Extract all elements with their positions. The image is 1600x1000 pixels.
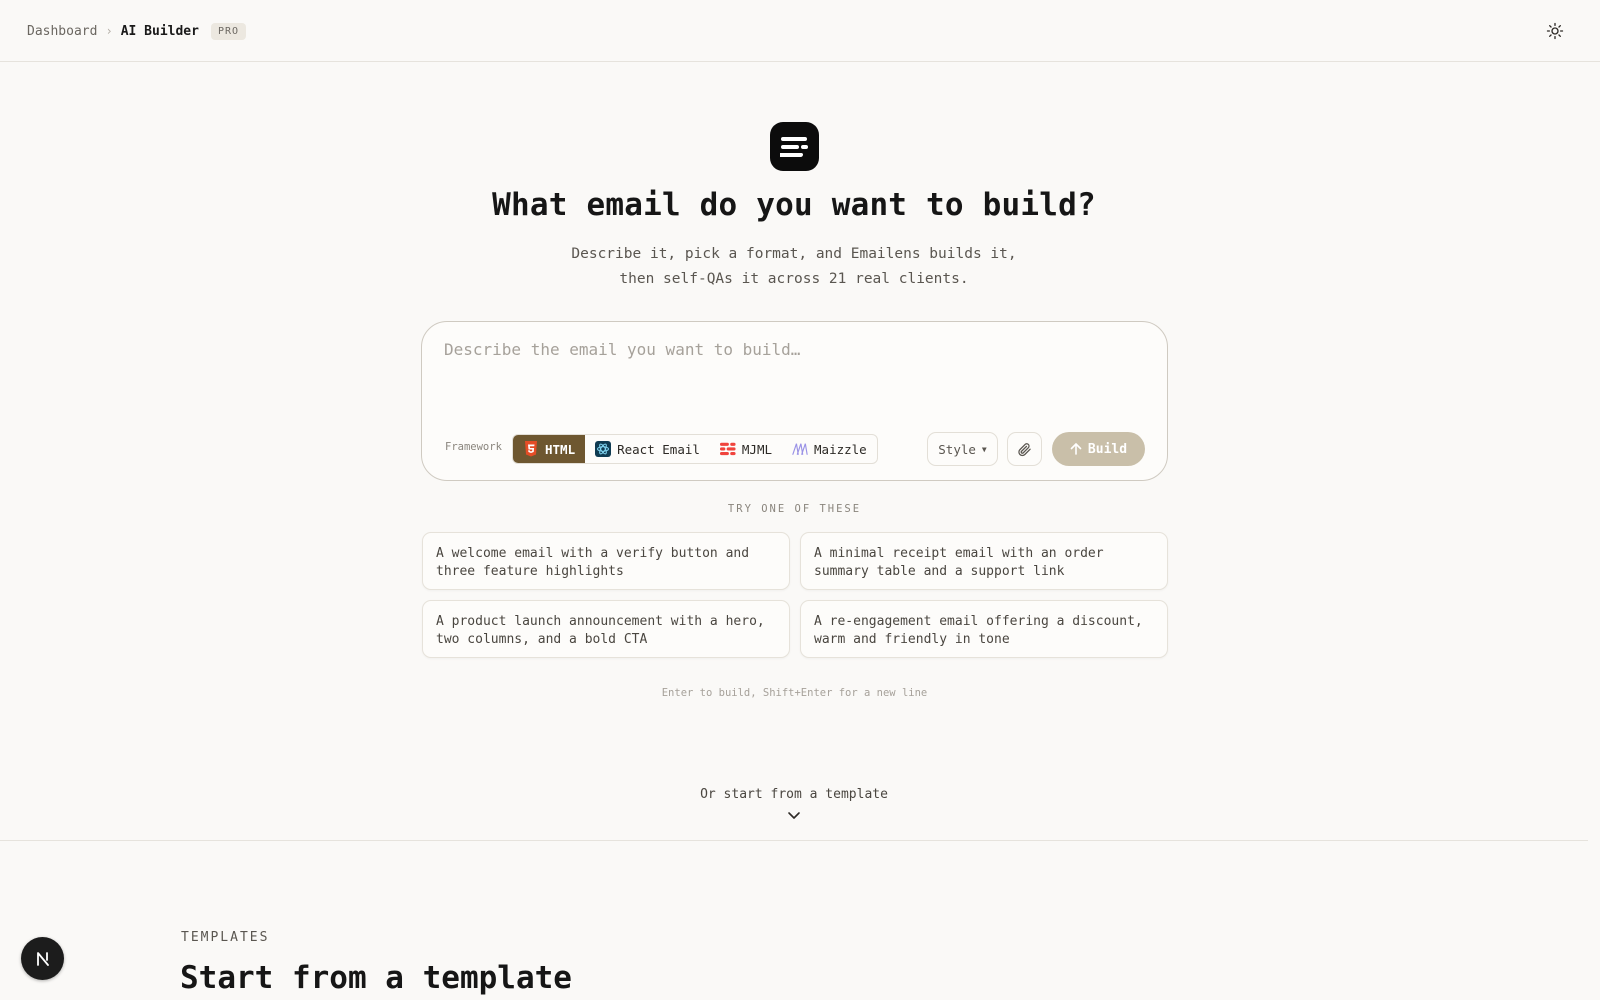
attach-button[interactable] [1007,432,1042,466]
html5-icon [523,441,539,457]
build-button[interactable]: Build [1052,432,1145,466]
nextjs-icon [36,951,49,966]
suggestion-card[interactable]: A re-engagement email offering a discoun… [800,600,1168,658]
build-button-label: Build [1087,441,1128,457]
suggestions-heading: TRY ONE OF THESE [727,503,862,515]
subtitle-line-1: Describe it, pick a format, and Emailens… [571,246,1017,262]
framework-option-label: MJML [741,441,773,457]
style-dropdown[interactable]: Style ▼ [927,432,998,466]
suggestion-card[interactable]: A product launch announcement with a her… [422,600,790,658]
page-title: What email do you want to build? [492,187,1096,223]
subtitle-line-2: then self-QAs it across 21 real clients. [619,271,969,287]
suggestion-card[interactable]: A minimal receipt email with an order su… [800,532,1168,590]
framework-option-label: Maizzle [814,441,867,457]
maizzle-icon [792,441,808,457]
templates-eyebrow: TEMPLATES [181,930,270,945]
sun-icon [1546,22,1564,40]
react-email-icon [595,441,612,457]
emailens-logo-icon [779,136,808,157]
keyboard-hint: Enter to build, Shift+Enter for a new li… [661,687,928,699]
breadcrumb-current: AI Builder [120,23,199,39]
paperclip-icon [1018,442,1031,456]
caret-down-icon: ▼ [981,444,987,454]
arrow-up-icon [1070,443,1082,455]
chevron-down-icon[interactable] [787,811,801,821]
section-divider [0,840,1588,841]
framework-selector: HTML React Email MJML Maizzle [512,434,878,464]
prompt-composer: Framework HTML React Email MJML Maizzle [421,321,1168,481]
framework-option-html[interactable]: HTML [513,435,586,463]
framework-option-react-email[interactable]: React Email [585,435,710,463]
style-dropdown-label: Style [938,441,976,457]
framework-option-mjml[interactable]: MJML [710,435,782,463]
prompt-input[interactable] [444,340,1144,410]
emailens-logo [770,122,819,171]
framework-option-label: HTML [545,441,576,457]
framework-option-maizzle[interactable]: Maizzle [782,435,877,463]
suggestion-card[interactable]: A welcome email with a verify button and… [422,532,790,590]
breadcrumb-dashboard-link[interactable]: Dashboard [27,24,97,39]
page-subtitle: Describe it, pick a format, and Emailens… [400,242,1188,292]
start-from-template-link[interactable]: Or start from a template [650,787,938,802]
mjml-icon [719,441,736,457]
breadcrumb: Dashboard › AI Builder PRO [27,20,247,42]
nextjs-dev-badge[interactable] [21,937,64,980]
templates-title: Start from a template [180,960,572,996]
top-bar: Dashboard › AI Builder PRO [0,0,1600,62]
theme-toggle-button[interactable] [1538,18,1572,44]
pro-badge: PRO [210,22,247,40]
breadcrumb-separator: › [105,24,113,38]
framework-option-label: React Email [617,441,700,457]
framework-label: Framework [445,441,502,453]
